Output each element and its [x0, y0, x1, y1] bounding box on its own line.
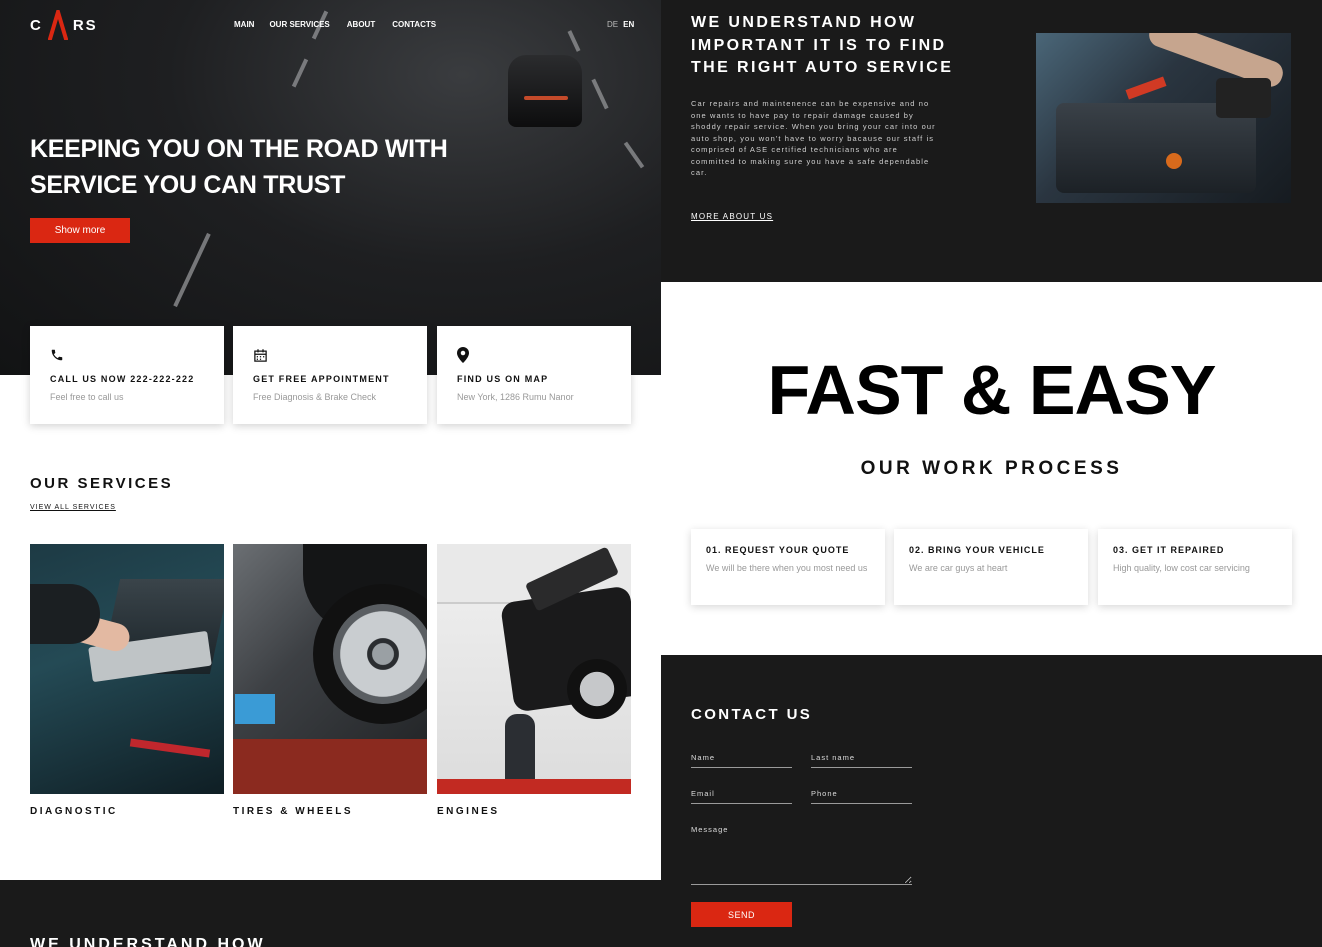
about-title: WE UNDERSTAND HOW IMPORTANT IT IS TO FIN…	[691, 14, 954, 76]
step-title: 02. BRING YOUR VEHICLE	[909, 545, 1045, 555]
road-marking	[567, 30, 581, 52]
info-card-appointment[interactable]: GET FREE APPOINTMENT Free Diagnosis & Br…	[233, 326, 427, 424]
info-card-subtitle: New York, 1286 Rumu Nanor	[457, 392, 574, 402]
name-field[interactable]	[691, 753, 792, 768]
info-card-subtitle: Free Diagnosis & Brake Check	[253, 392, 377, 402]
info-card-map[interactable]: FIND US ON MAP New York, 1286 Rumu Nanor	[437, 326, 631, 424]
about-section-preview: WE UNDERSTAND HOW	[0, 880, 661, 947]
main-nav: MAIN OUR SERVICES ABOUT CONTACTS	[234, 20, 436, 29]
view-all-services-link[interactable]: VIEW ALL SERVICES	[30, 504, 116, 511]
language-switch: DE EN	[607, 20, 634, 29]
service-name-diagnostic[interactable]: DIAGNOSTIC	[30, 806, 118, 817]
process-step-3: 03. GET IT REPAIRED High quality, low co…	[1098, 529, 1292, 605]
lang-de[interactable]: DE	[607, 20, 618, 29]
about-text: Car repairs and maintenence can be expen…	[691, 99, 936, 177]
contact-title: CONTACT US	[691, 706, 813, 723]
map-pin-icon	[457, 345, 611, 365]
more-about-us-link[interactable]: MORE ABOUT US	[691, 212, 773, 221]
logo[interactable]: C RS	[30, 10, 98, 40]
info-card-subtitle: Feel free to call us	[50, 392, 124, 402]
road-marking	[291, 58, 309, 88]
step-title: 01. REQUEST YOUR QUOTE	[706, 545, 850, 555]
red-clamp-shape	[1125, 76, 1167, 100]
hero-title-line: KEEPING YOU ON THE ROAD WITH	[30, 135, 448, 163]
service-name-engines[interactable]: ENGINES	[437, 806, 500, 817]
phone-field[interactable]	[811, 789, 912, 804]
multimeter-shape	[1216, 78, 1271, 118]
lift-base-shape	[233, 739, 427, 794]
engine-bay-image	[1036, 33, 1291, 203]
step-description: High quality, low cost car servicing	[1113, 563, 1250, 573]
nav-item-about[interactable]: ABOUT	[347, 20, 375, 29]
rim-shape	[333, 604, 427, 704]
send-button[interactable]: SEND	[691, 902, 792, 927]
contact-section: CONTACT US SEND	[661, 655, 1322, 947]
logo-letter: C	[30, 16, 43, 34]
calendar-icon	[253, 345, 407, 365]
service-name-tires[interactable]: TIRES & WHEELS	[233, 806, 353, 817]
process-step-1: 01. REQUEST YOUR QUOTE We will be there …	[691, 529, 885, 605]
service-image-engines[interactable]	[437, 544, 631, 794]
orange-cap-shape	[1166, 153, 1182, 169]
road-marking	[173, 232, 211, 308]
phone-icon	[50, 345, 204, 365]
process-step-2: 02. BRING YOUR VEHICLE We are car guys a…	[894, 529, 1088, 605]
lang-en[interactable]: EN	[623, 20, 634, 29]
service-image-diagnostic[interactable]	[30, 544, 224, 794]
sleeve-shape	[30, 584, 100, 644]
wheel-shape	[567, 659, 627, 719]
hero-title: KEEPING YOU ON THE ROAD WITH SERVICE YOU…	[30, 131, 470, 203]
logo-letter: RS	[72, 16, 98, 34]
nav-item-our-services[interactable]: OUR SERVICES	[269, 20, 329, 29]
info-card-title: CALL US NOW 222-222-222	[50, 374, 195, 384]
about-preview-title: WE UNDERSTAND HOW	[30, 936, 266, 947]
service-image-tires[interactable]	[233, 544, 427, 794]
car-taillight	[524, 96, 568, 100]
hero-title-line: SERVICE YOU CAN TRUST	[30, 171, 346, 199]
logo-a-icon	[47, 10, 68, 40]
cable-shape	[129, 738, 211, 758]
info-card-title: FIND US ON MAP	[457, 374, 549, 384]
nav-item-contacts[interactable]: CONTACTS	[392, 20, 436, 29]
car-image	[508, 55, 582, 127]
monitor-shape	[235, 694, 275, 724]
about-section: WE UNDERSTAND HOW IMPORTANT IT IS TO FIN…	[661, 0, 1322, 282]
step-description: We are car guys at heart	[909, 563, 1008, 573]
fast-easy-headline: FAST & EASY	[767, 351, 1217, 429]
step-description: We will be there when you most need us	[706, 563, 868, 573]
toolbox-shape	[437, 779, 631, 794]
road-marking	[591, 78, 609, 110]
work-process-title: OUR WORK PROCESS	[860, 458, 1123, 479]
info-card-call[interactable]: CALL US NOW 222-222-222 Feel free to cal…	[30, 326, 224, 424]
hero-section: C RS MAIN OUR SERVICES ABOUT CONTACTS DE…	[0, 0, 661, 375]
show-more-button[interactable]: Show more	[30, 218, 130, 243]
email-field[interactable]	[691, 789, 792, 804]
info-card-title: GET FREE APPOINTMENT	[253, 374, 390, 384]
services-title: OUR SERVICES	[30, 475, 174, 492]
message-field[interactable]	[691, 825, 912, 885]
road-marking	[623, 141, 645, 169]
step-title: 03. GET IT REPAIRED	[1113, 545, 1225, 555]
nav-item-main[interactable]: MAIN	[234, 20, 254, 29]
last-name-field[interactable]	[811, 753, 912, 768]
